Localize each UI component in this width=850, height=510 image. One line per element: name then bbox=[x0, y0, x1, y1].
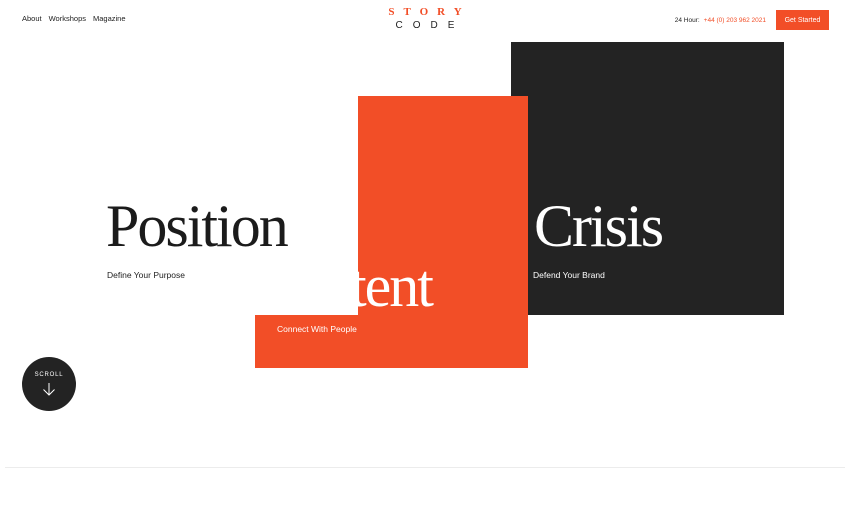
hotline-phone-link[interactable]: +44 (0) 203 962 2021 bbox=[704, 17, 766, 24]
hotline-label: 24 Hour: bbox=[674, 16, 700, 24]
content-panel-caption-block[interactable] bbox=[255, 315, 528, 368]
scroll-label: SCROLL bbox=[34, 372, 64, 378]
position-title[interactable]: Position bbox=[106, 196, 289, 256]
content-title[interactable]: ntent bbox=[358, 256, 434, 316]
header-contact: 24 Hour: +44 (0) 203 962 2021 Get Starte… bbox=[675, 10, 829, 30]
crisis-title[interactable]: Crisis bbox=[534, 196, 664, 256]
crisis-subtitle: Defend Your Brand bbox=[533, 270, 605, 280]
get-started-button[interactable]: Get Started bbox=[776, 10, 829, 30]
content-subtitle: Connect With People bbox=[277, 324, 357, 334]
arrow-down-icon bbox=[42, 382, 56, 401]
position-subtitle: Define Your Purpose bbox=[107, 270, 185, 280]
content-title-clip: ntent bbox=[358, 250, 528, 320]
scroll-button[interactable]: SCROLL bbox=[22, 357, 76, 411]
section-divider bbox=[5, 467, 845, 468]
